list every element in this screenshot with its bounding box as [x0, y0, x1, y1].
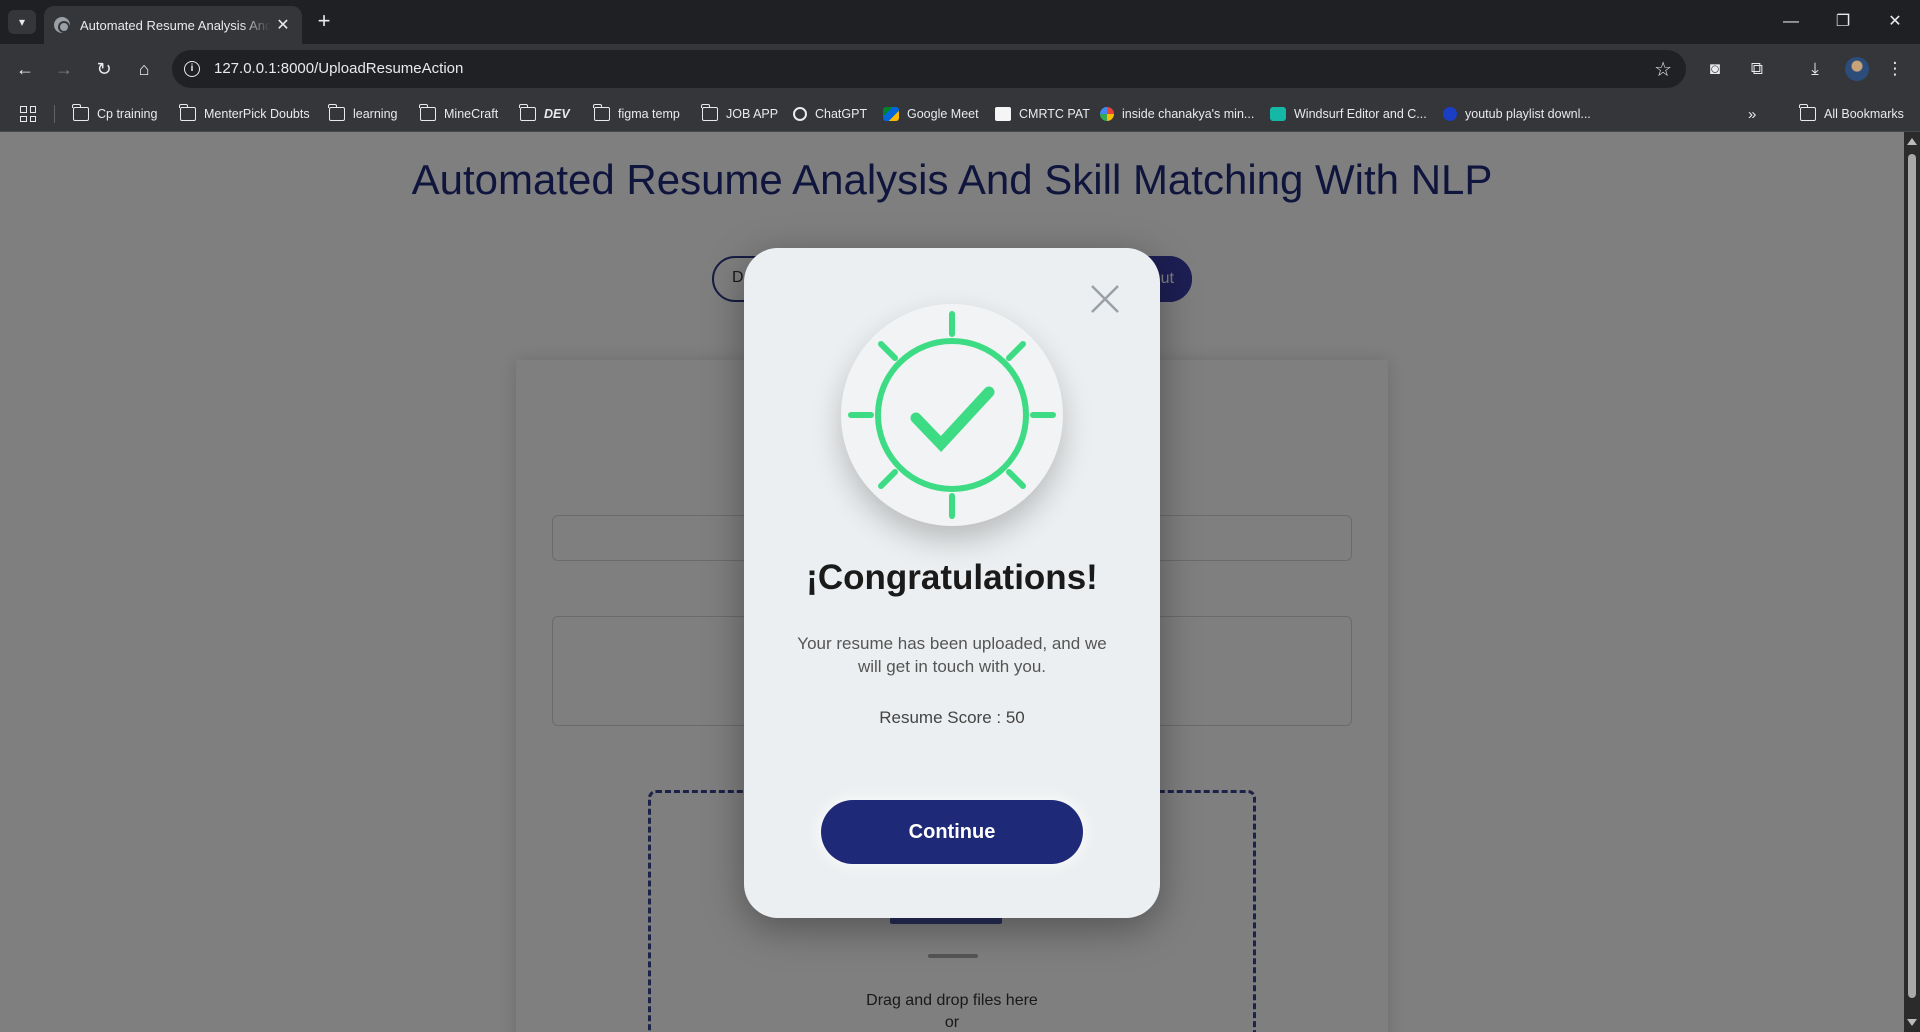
scroll-down-icon[interactable]: [1907, 1019, 1917, 1026]
bookmark-label: youtub playlist downl...: [1465, 107, 1591, 121]
success-modal: ¡Congratulations! Your resume has been u…: [744, 248, 1160, 918]
tab-strip: ▾ Automated Resume Analysis And Skill Ma…: [0, 0, 1920, 44]
bookmark-learning[interactable]: learning: [328, 104, 398, 124]
folder-icon: [419, 104, 436, 121]
bookmark-figma-temp[interactable]: figma temp: [593, 104, 680, 124]
scroll-thumb[interactable]: [1908, 154, 1916, 998]
profile-avatar[interactable]: [1845, 57, 1869, 81]
success-badge: [841, 304, 1063, 526]
bookmark-label: ChatGPT: [815, 107, 868, 121]
web-page: Automated Resume Analysis And Skill Matc…: [0, 132, 1904, 1032]
pat-icon: [995, 107, 1011, 121]
bookmark-label: DEV: [544, 107, 570, 121]
globe-icon: [54, 17, 70, 33]
bookmark-label: Cp training: [97, 107, 158, 121]
apps-icon[interactable]: [20, 104, 36, 124]
check-circle-icon: [848, 311, 1056, 519]
folder-icon: [519, 104, 536, 121]
bookmark-label: figma temp: [618, 107, 680, 121]
scroll-up-icon[interactable]: [1907, 138, 1917, 145]
download-icon[interactable]: ⤓: [1802, 56, 1828, 82]
continue-button[interactable]: Continue: [821, 800, 1083, 864]
extensions-icon[interactable]: ⧉: [1744, 56, 1770, 82]
bookmark-inside-chanakya[interactable]: inside chanakya's min...: [1100, 104, 1254, 124]
bookmark-label: MineCraft: [444, 107, 499, 121]
browser-tab-active[interactable]: Automated Resume Analysis And Skill Matc…: [44, 6, 302, 44]
bookmark-cmrtc-pat[interactable]: CMRTC PAT: [995, 104, 1090, 124]
bookmark-label: Google Meet: [907, 107, 979, 121]
folder-icon: [1799, 104, 1816, 121]
tab-search-button[interactable]: ▾: [8, 10, 36, 34]
close-window-button[interactable]: ✕: [1880, 8, 1910, 36]
google-meet-icon: [883, 107, 899, 121]
bookmark-label: All Bookmarks: [1824, 107, 1904, 121]
bookmark-star-icon[interactable]: ☆: [1654, 57, 1672, 82]
windsurf-icon: [1270, 107, 1286, 121]
url-text: 127.0.0.1:8000/UploadResumeAction: [214, 60, 464, 77]
bookmark-label: inside chanakya's min...: [1122, 107, 1255, 121]
restore-button[interactable]: ❐: [1828, 8, 1858, 36]
reload-button[interactable]: ↻: [91, 56, 117, 82]
bookmark-youtub-playlist[interactable]: youtub playlist downl...: [1443, 104, 1591, 124]
chatgpt-icon: [793, 107, 807, 121]
address-bar[interactable]: i 127.0.0.1:8000/UploadResumeAction ☆: [172, 50, 1686, 88]
bookmark-job-app[interactable]: JOB APP: [701, 104, 779, 124]
bookmark-label: Windsurf Editor and C...: [1294, 107, 1427, 121]
info-icon: [1443, 107, 1457, 121]
more-bookmarks-icon[interactable]: »: [1748, 104, 1756, 124]
camera-icon[interactable]: ◙: [1702, 56, 1728, 82]
tab-close-icon[interactable]: ✕: [274, 15, 292, 35]
modal-message: Your resume has been uploaded, and we wi…: [797, 634, 1107, 676]
folder-icon: [328, 104, 345, 121]
folder-icon: [701, 104, 718, 121]
bookmark-windsurf[interactable]: Windsurf Editor and C...: [1270, 104, 1427, 124]
bookmark-dev[interactable]: DEV: [519, 104, 570, 124]
bookmark-chatgpt[interactable]: ChatGPT: [793, 104, 867, 124]
bookmarks-divider: [54, 105, 55, 123]
bookmark-google-meet[interactable]: Google Meet: [883, 104, 979, 124]
bookmark-label: JOB APP: [726, 107, 779, 121]
menu-icon[interactable]: ⋮: [1882, 56, 1908, 82]
browser-toolbar: ← → ↻ ⌂ i 127.0.0.1:8000/UploadResumeAct…: [0, 44, 1920, 94]
google-icon: [1100, 107, 1114, 121]
resume-score: Resume Score : 50: [879, 708, 1025, 727]
folder-icon: [72, 104, 89, 121]
folder-icon: [593, 104, 610, 121]
modal-title: ¡Congratulations!: [806, 558, 1098, 597]
back-button[interactable]: ←: [12, 56, 38, 82]
page-scrollbar[interactable]: [1904, 132, 1920, 1032]
bookmark-label: MenterPick Doubts: [204, 107, 310, 121]
new-tab-button[interactable]: +: [312, 10, 336, 34]
site-info-icon[interactable]: i: [184, 61, 200, 77]
bookmark-cp-training[interactable]: Cp training: [72, 104, 158, 124]
bookmark-label: CMRTC PAT: [1019, 107, 1090, 121]
bookmarks-bar: Cp training MenterPick Doubts learning M…: [0, 94, 1920, 132]
bookmark-minecraft[interactable]: MineCraft: [419, 104, 499, 124]
bookmark-menterpick-doubts[interactable]: MenterPick Doubts: [179, 104, 310, 124]
close-icon[interactable]: [1088, 282, 1122, 316]
tab-title: Automated Resume Analysis And Skill Matc…: [80, 17, 270, 33]
minimize-button[interactable]: —: [1776, 8, 1806, 36]
bookmark-label: learning: [353, 107, 398, 121]
folder-icon: [179, 104, 196, 121]
all-bookmarks-folder[interactable]: All Bookmarks: [1799, 104, 1904, 124]
home-button[interactable]: ⌂: [131, 56, 157, 82]
forward-button[interactable]: →: [51, 56, 77, 82]
